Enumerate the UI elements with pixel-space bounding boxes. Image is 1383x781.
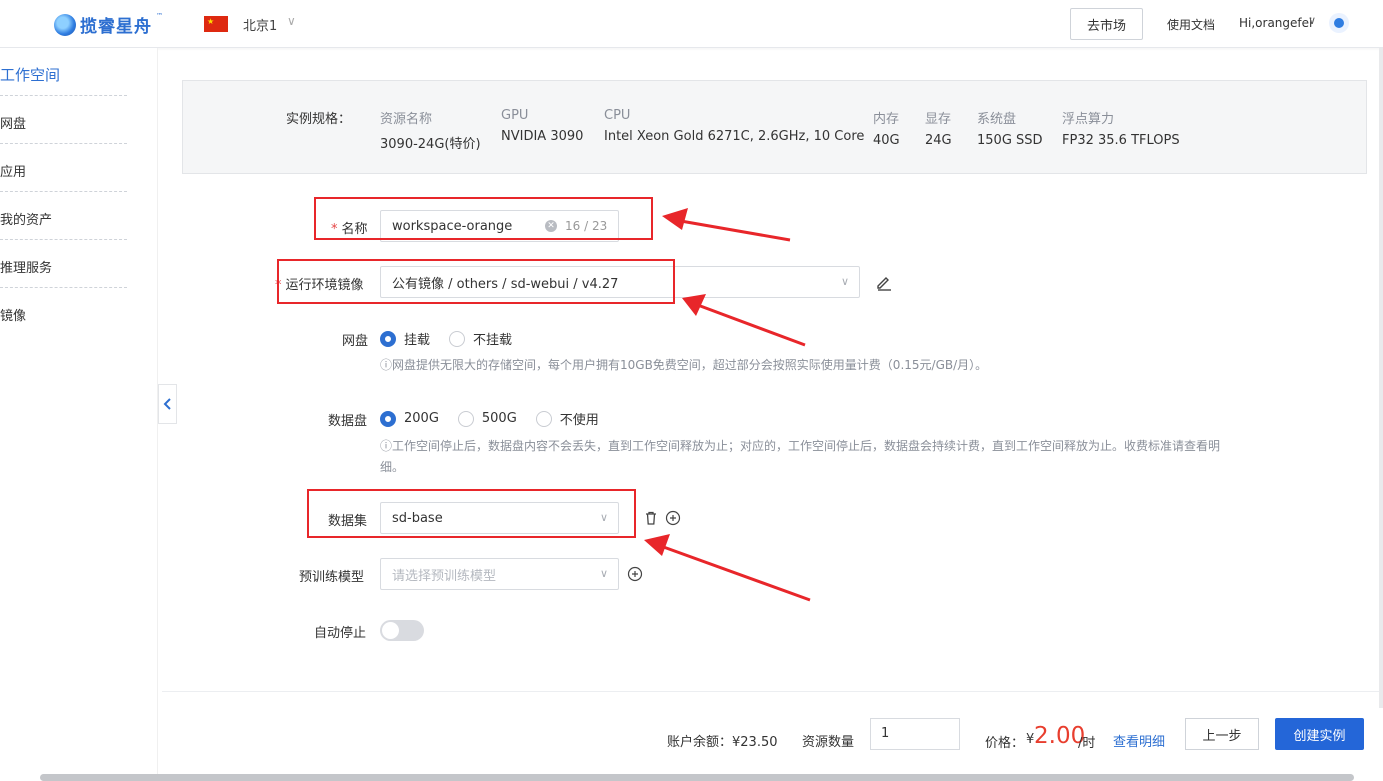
chevron-down-icon: ∨ — [840, 275, 849, 288]
spec-col-cpu: CPU Intel Xeon Gold 6271C, 2.6GHz, 10 Cor… — [604, 108, 865, 144]
docs-link[interactable]: 使用文档 — [1167, 16, 1215, 33]
logo-icon — [54, 13, 76, 36]
annotation-box-dataset — [307, 489, 636, 538]
spec-col-system-disk: 系统盘 150G SSD — [977, 112, 1043, 148]
quantity-label: 资源数量 — [802, 735, 855, 750]
user-chevron-down-icon[interactable]: ∨ — [1308, 14, 1316, 27]
logo-text: 揽睿星舟 — [80, 17, 152, 37]
radio-500g[interactable] — [457, 410, 474, 427]
region-selector[interactable]: 北京1 — [243, 15, 277, 34]
spec-col-vram: 显存 24G — [925, 112, 952, 148]
netdisk-label: 网盘 — [342, 334, 369, 349]
spec-col-flops: 浮点算力 FP32 35.6 TFLOPS — [1062, 112, 1180, 148]
spec-label: 实例规格： — [286, 112, 352, 127]
logo-trademark: ™ — [156, 12, 163, 20]
logo[interactable]: 揽睿星舟 ™ — [54, 12, 163, 37]
user-menu[interactable]: Hi,orangefei — [1239, 16, 1312, 30]
price-unit: /时 — [1078, 736, 1096, 751]
radio-mount[interactable] — [380, 330, 396, 347]
annotation-arrows — [644, 208, 811, 602]
annotation-box-image — [277, 259, 675, 304]
pretrained-label: 预训练模型 — [299, 570, 365, 585]
vertical-scrollbar[interactable] — [1379, 48, 1383, 708]
pretrained-model-select[interactable]: 请选择预训练模型 ∨ — [380, 558, 619, 590]
sidebar-item-workspace[interactable]: 工作空间 — [0, 48, 127, 96]
sidebar-item-assets[interactable]: 我的资产 — [0, 192, 127, 240]
sidebar-collapse-button[interactable] — [158, 384, 177, 424]
autostop-toggle[interactable] — [380, 620, 424, 641]
datadisk-hint-line2: 细。 — [380, 460, 405, 474]
top-bar: 揽睿星舟 ™ ★ 北京1 ∨ 去市场 使用文档 Hi,orangefei ∨ — [0, 0, 1383, 48]
quantity-input[interactable]: 1 — [870, 718, 960, 750]
chevron-down-icon: ∨ — [599, 567, 608, 580]
previous-step-button[interactable]: 上一步 — [1185, 718, 1259, 750]
account-balance: 账户余额：¥23.50 — [667, 735, 778, 750]
radio-200g[interactable] — [380, 410, 396, 427]
footer-divider — [162, 691, 1383, 692]
autostop-label: 自动停止 — [314, 626, 367, 641]
spec-col-memory: 内存 40G — [873, 112, 900, 148]
spec-col-name: 资源名称 3090-24G(特价) — [380, 112, 481, 152]
netdisk-radio-group: 挂载 不挂载 — [380, 329, 531, 348]
price-label: 价格： — [985, 736, 1025, 751]
create-instance-button[interactable]: 创建实例 — [1275, 718, 1364, 750]
sidebar-item-inference[interactable]: 推理服务 — [0, 240, 127, 288]
sidebar-item-netdisk[interactable]: 网盘 — [0, 96, 127, 144]
chevron-down-icon[interactable]: ∨ — [287, 14, 296, 28]
view-details-link[interactable]: 查看明细 — [1113, 731, 1165, 750]
edit-icon[interactable] — [875, 273, 893, 291]
horizontal-scrollbar[interactable] — [40, 774, 1354, 781]
radio-none[interactable] — [535, 410, 552, 427]
go-market-button[interactable]: 去市场 — [1070, 8, 1143, 40]
datadisk-label: 数据盘 — [328, 414, 368, 429]
sidebar-item-apps[interactable]: 应用 — [0, 144, 127, 192]
annotation-box-name — [314, 197, 653, 240]
datadisk-radio-group: 200G 500G 不使用 — [380, 409, 618, 428]
spec-col-gpu: GPU NVIDIA 3090 — [501, 108, 584, 144]
chevron-left-icon — [163, 398, 171, 410]
sidebar: 工作空间 网盘 应用 我的资产 推理服务 镜像 — [0, 48, 158, 781]
sidebar-item-images[interactable]: 镜像 — [0, 288, 127, 336]
china-flag-icon[interactable]: ★ — [204, 16, 228, 32]
radio-no-mount[interactable] — [449, 330, 466, 347]
assistant-bot-icon[interactable] — [1329, 13, 1349, 33]
